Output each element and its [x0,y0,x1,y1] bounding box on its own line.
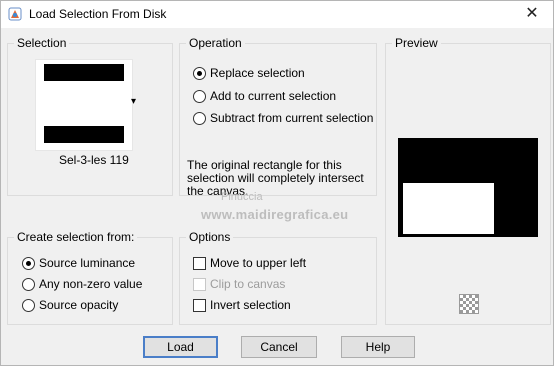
preview-canvas [398,138,538,237]
watermark-url: www.maidiregrafica.eu [201,207,349,222]
radio-circle [22,257,35,270]
window-title: Load Selection From Disk [29,7,167,21]
radio-label: Add to current selection [210,89,337,103]
radio-label: Subtract from current selection [210,111,374,125]
operation-group-label: Operation [186,36,245,50]
help-button[interactable]: Help [341,336,415,358]
radio-label: Any non-zero value [39,277,143,291]
dialog-window: Load Selection From Disk ✕ Selection ▾ S… [0,0,554,366]
radio-dot [197,71,202,76]
checkerboard-icon[interactable] [459,294,479,314]
cancel-button[interactable]: Cancel [241,336,317,358]
checkbox-box [193,299,206,312]
selection-thumbnail[interactable] [35,59,133,151]
radio-label: Replace selection [210,66,305,80]
checkbox-label: Move to upper left [210,256,307,270]
radio-dot [26,261,31,266]
checkbox-label: Clip to canvas [210,277,286,291]
title-bar: Load Selection From Disk ✕ [1,1,553,28]
radio-circle [193,112,206,125]
close-icon[interactable]: ✕ [517,3,547,25]
checkbox-box [193,278,206,291]
thumbnail-bottom-bar [44,126,124,143]
radio-circle [193,90,206,103]
radio-label: Source luminance [39,256,136,270]
create-from-group-label: Create selection from: [14,230,138,244]
app-icon [8,7,22,21]
options-group-label: Options [186,230,234,244]
radio-circle [22,278,35,291]
load-button[interactable]: Load [143,336,218,358]
preview-selection-area [403,183,494,234]
selection-group-label: Selection [14,36,70,50]
thumbnail-dropdown-icon[interactable]: ▾ [131,96,136,107]
operation-notice: The original rectangle for this selectio… [187,158,364,198]
radio-circle [22,299,35,312]
selection-file-name: Sel-3-les 119 [59,153,129,167]
watermark-brand: Pinuccia [221,191,263,203]
checkbox-label: Invert selection [210,298,291,312]
thumbnail-top-bar [44,64,124,81]
preview-group-label: Preview [392,36,441,50]
checkbox-box [193,257,206,270]
radio-circle [193,67,206,80]
radio-label: Source opacity [39,298,119,312]
